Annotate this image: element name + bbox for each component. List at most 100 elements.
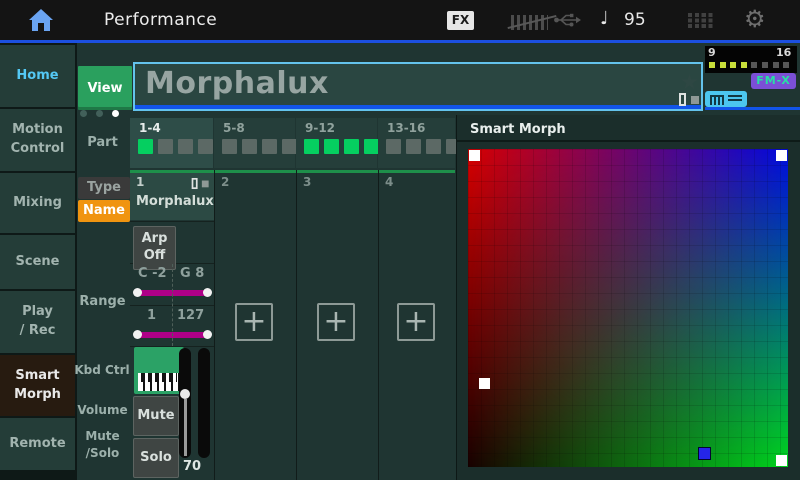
part-slot: [406, 139, 421, 154]
add-part-2-button[interactable]: +: [235, 303, 273, 341]
solo-button[interactable]: Solo: [133, 438, 179, 478]
engine-type-badge: FM-X: [751, 73, 796, 89]
sidebar-item-motion-control[interactable]: Motion Control: [0, 109, 75, 171]
volume-label: Volume: [75, 402, 130, 419]
arp-on-off-button[interactable]: Arp Off: [133, 226, 176, 270]
performance-name-field[interactable]: Morphalux: [133, 62, 703, 111]
pan-slider[interactable]: [198, 348, 210, 458]
part-1-number: 1: [136, 175, 144, 189]
smart-morph-map[interactable]: [468, 149, 788, 467]
piano-keys-icon: [138, 373, 180, 391]
part-group-tab-9-12[interactable]: 9-12: [296, 118, 377, 168]
page-dot: [96, 110, 103, 117]
part-slot: [364, 139, 379, 154]
note-range-low: C -2: [138, 266, 167, 281]
part-slot: [158, 139, 173, 154]
home-icon[interactable]: [28, 8, 54, 32]
sidebar-item-scene[interactable]: Scene: [0, 235, 75, 289]
keyboard-view-button[interactable]: [705, 91, 747, 107]
smart-morph-title: Smart Morph: [470, 122, 566, 137]
mute-solo-label: Mute /Solo: [75, 428, 130, 462]
mute-button[interactable]: Mute: [133, 396, 179, 436]
status-slot: [709, 62, 715, 68]
morph-map-grid: [468, 149, 788, 467]
note-range-high: G 8: [180, 266, 204, 281]
volume-value: 70: [177, 459, 207, 474]
part-slot: [324, 139, 339, 154]
keyboard-view-icon: [710, 95, 724, 105]
local-control-off-icon: [511, 15, 548, 30]
performance-name: Morphalux: [145, 66, 329, 101]
favorite-star-icon[interactable]: ★: [680, 70, 699, 94]
morph-marker-white[interactable]: [479, 378, 490, 389]
sidebar-item-mixing[interactable]: Mixing: [0, 173, 75, 233]
part-status-slots: [709, 62, 789, 68]
part-slot: [344, 139, 359, 154]
sidebar-item-home[interactable]: Home: [0, 45, 75, 107]
part-status-start: 9: [708, 46, 716, 59]
part-slot: [262, 139, 277, 154]
part-slot: [304, 139, 319, 154]
page-dots: [80, 110, 119, 117]
usb-icon: [553, 11, 581, 33]
add-part-4-button[interactable]: +: [397, 303, 435, 341]
part-group-tab-13-16[interactable]: 13-16: [378, 118, 455, 168]
view-button[interactable]: View: [78, 66, 132, 110]
part-slot: [198, 139, 213, 154]
status-slot: [783, 62, 789, 68]
name-toggle-button[interactable]: Name: [78, 200, 130, 222]
gear-icon[interactable]: ⚙: [744, 5, 766, 33]
modx-performance-screen: Performance FX ♩ 95 ⚙ Home Motion Contro…: [0, 0, 800, 480]
kbd-ctrl-label: Kbd Ctrl: [72, 362, 132, 379]
part-slot: [138, 139, 153, 154]
part-slot: [282, 139, 297, 154]
top-bar-accent-line: [0, 40, 800, 43]
part-slot: [386, 139, 401, 154]
part-slot: [178, 139, 193, 154]
page-dot: [80, 110, 87, 117]
tempo-value[interactable]: 95: [624, 10, 646, 30]
status-slot: [730, 62, 736, 68]
range-label: Range: [75, 293, 130, 311]
velocity-range-low: 1: [147, 308, 156, 323]
part-status-end: 16: [776, 46, 791, 59]
page-title: Performance: [104, 10, 217, 30]
part-2-number: 2: [221, 175, 229, 189]
page-dot-active: [112, 110, 119, 117]
velocity-range-high: 127: [177, 308, 204, 323]
part-slot: [426, 139, 441, 154]
part-label: Part: [75, 134, 130, 152]
status-slot: [762, 62, 768, 68]
accent-line: [705, 107, 800, 110]
tempo-note-icon: ♩: [600, 8, 609, 29]
volume-slider-thumb[interactable]: [180, 389, 190, 399]
quick-setup-grid-icon[interactable]: [688, 13, 715, 29]
smart-morph-separator: [456, 140, 800, 142]
morph-marker-white[interactable]: [776, 150, 787, 161]
status-slot: [741, 62, 747, 68]
part-group-tab-5-8[interactable]: 5-8: [214, 118, 295, 168]
sidebar-item-play-rec[interactable]: Play / Rec: [0, 291, 75, 353]
sidebar-item-remote[interactable]: Remote: [0, 418, 75, 470]
part-1-name: Morphalux: [136, 194, 214, 209]
part-3-number: 3: [303, 175, 311, 189]
range-divider: [172, 264, 173, 346]
morph-marker-white[interactable]: [469, 150, 480, 161]
part-group-tab-1-4[interactable]: 1-4: [130, 118, 213, 168]
part-1-bank-flag-icon: [192, 178, 211, 189]
add-part-3-button[interactable]: +: [317, 303, 355, 341]
bank-flag-icon: [679, 93, 701, 106]
part-4-number: 4: [385, 175, 393, 189]
kbd-ctrl-button[interactable]: [134, 347, 184, 394]
status-slot: [773, 62, 779, 68]
status-slot: [720, 62, 726, 68]
fx-indicator[interactable]: FX: [447, 11, 474, 30]
sidebar-item-smart-morph[interactable]: Smart Morph: [0, 355, 75, 416]
status-slot: [751, 62, 757, 68]
part-slot: [222, 139, 237, 154]
type-toggle-button[interactable]: Type: [78, 177, 130, 199]
morph-marker-white[interactable]: [776, 455, 787, 466]
part-slot: [242, 139, 257, 154]
volume-slider-fill: [184, 399, 187, 456]
morph-marker-blue[interactable]: [698, 447, 711, 460]
